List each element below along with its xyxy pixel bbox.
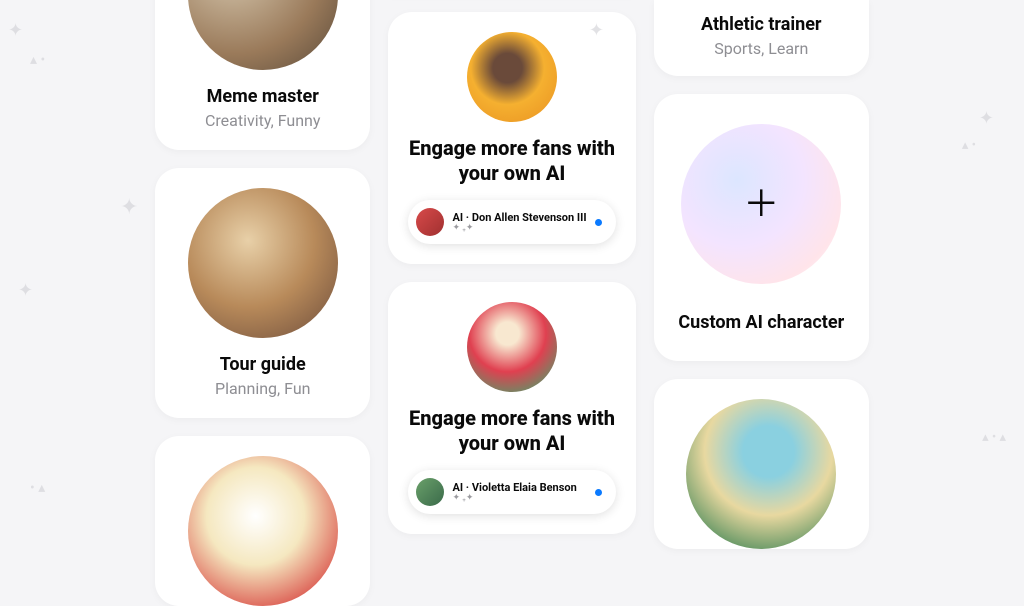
avatar-image — [188, 456, 338, 606]
sparkle-icon: ✦ — [18, 280, 33, 301]
status-dot — [595, 219, 602, 226]
sparkle-icon: ✦ — [589, 20, 604, 41]
promo-card[interactable]: Engage more fans with your own AI AI · V… — [388, 282, 635, 534]
avatar-image — [686, 399, 836, 549]
card-subtitle: Sports, Learn — [714, 39, 808, 58]
triangle-icon: ▴ • — [30, 52, 45, 68]
character-card-tour-guide[interactable]: Tour guide Planning, Fun — [155, 168, 370, 418]
sparkle-icon: ✦ — [120, 195, 138, 220]
avatar-image — [467, 32, 557, 122]
status-dot — [595, 489, 602, 496]
column-2: Engage more fans with your own AI AI · D… — [388, 0, 635, 534]
ai-chip[interactable]: AI · Violetta Elaia Benson ✦ ₊✦ — [408, 470, 615, 514]
avatar-image — [467, 302, 557, 392]
character-card-partial[interactable] — [155, 436, 370, 606]
sparkle-icon: ✦ — [979, 108, 994, 129]
character-card-meme-master[interactable]: Meme master Creativity, Funny — [155, 0, 370, 150]
promo-headline: Engage more fans with your own AI — [408, 136, 615, 186]
card-title: Meme master — [207, 86, 319, 107]
card-title: Athletic trainer — [701, 14, 822, 35]
sparkle-icon: ✦ ₊✦ — [452, 494, 586, 503]
create-custom-card[interactable]: ＋ Custom AI character — [654, 94, 869, 361]
ai-chip[interactable]: AI · Don Allen Stevenson III ✦ ₊✦ — [408, 200, 615, 244]
sparkle-icon: ✦ ₊✦ — [452, 224, 586, 233]
character-card-athletic-trainer[interactable]: Athletic trainer Sports, Learn — [654, 0, 869, 76]
promo-card[interactable]: Engage more fans with your own AI AI · D… — [388, 12, 635, 264]
card-subtitle: Creativity, Funny — [205, 111, 320, 130]
plus-icon: ＋ — [743, 186, 779, 222]
chip-text: AI · Don Allen Stevenson III ✦ ₊✦ — [452, 211, 586, 233]
chip-avatar — [416, 478, 444, 506]
column-1: Meme master Creativity, Funny Tour guide… — [155, 0, 370, 606]
card-title: Tour guide — [220, 354, 306, 375]
column-3: Athletic trainer Sports, Learn ＋ Custom … — [654, 0, 869, 549]
card-grid: Meme master Creativity, Funny Tour guide… — [0, 0, 1024, 536]
avatar-image — [188, 188, 338, 338]
character-card-partial[interactable] — [654, 379, 869, 549]
triangle-icon: • ▴ — [30, 480, 45, 496]
card-subtitle: Planning, Fun — [215, 379, 311, 398]
chip-text: AI · Violetta Elaia Benson ✦ ₊✦ — [452, 481, 586, 503]
triangle-icon: ▴ • ▴ — [982, 430, 1006, 445]
add-circle: ＋ — [681, 124, 841, 284]
promo-headline: Engage more fans with your own AI — [408, 406, 615, 456]
sparkle-icon: ✦ — [8, 20, 23, 41]
triangle-icon: ▴ • — [962, 138, 976, 153]
card-title: Custom AI character — [678, 312, 844, 333]
chip-avatar — [416, 208, 444, 236]
avatar-image — [188, 0, 338, 70]
